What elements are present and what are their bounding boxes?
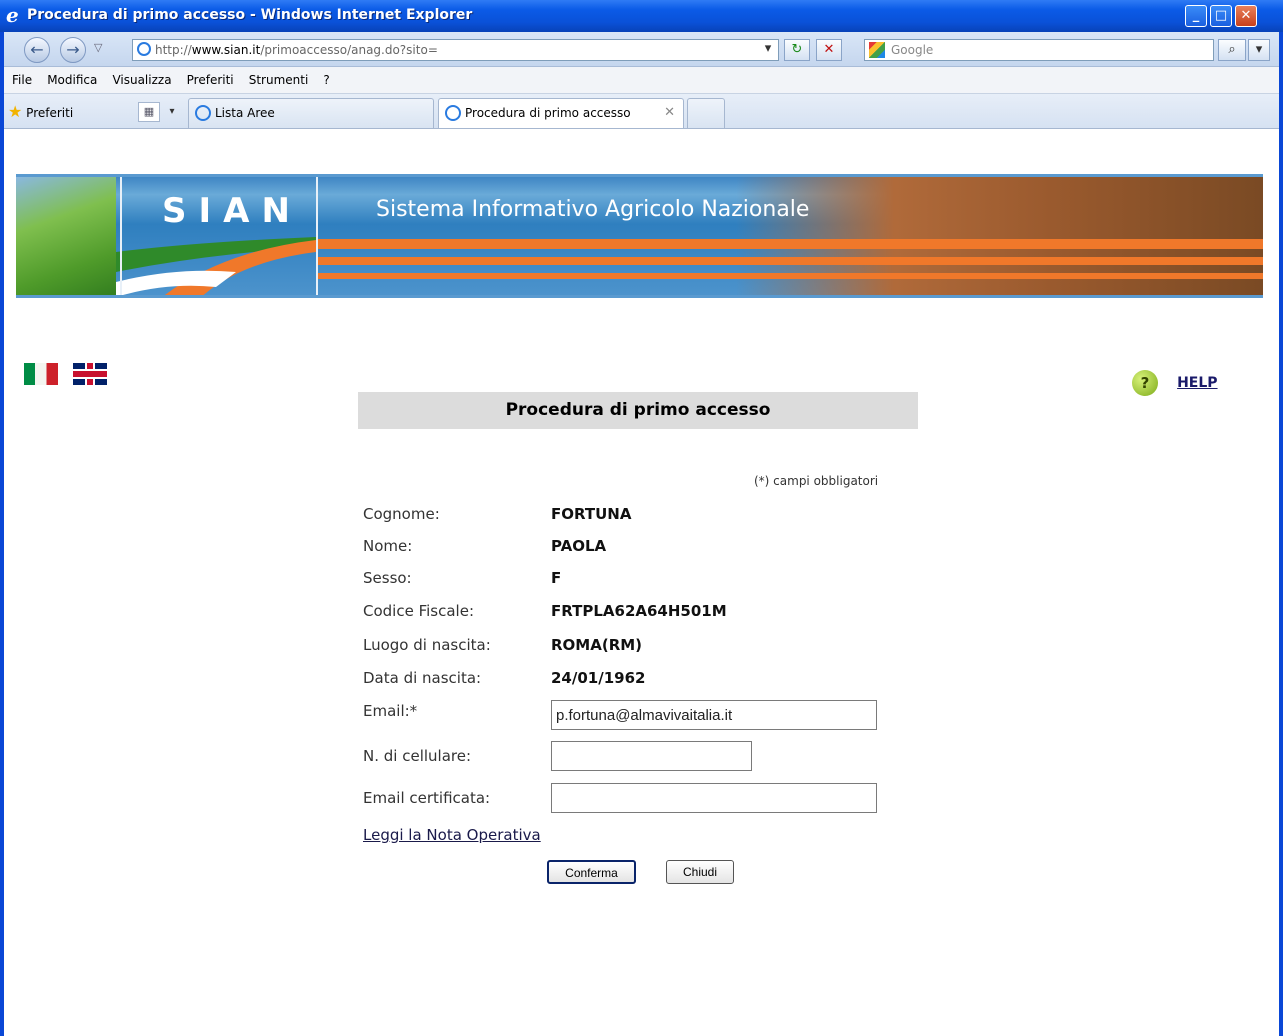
form-heading: Procedura di primo accesso (358, 392, 918, 429)
field-value: FRTPLA62A64H501M (551, 602, 727, 620)
favorites-label: Preferiti (26, 106, 74, 120)
field-row-cellulare: N. di cellulare: (363, 741, 923, 773)
search-button[interactable]: ⌕ (1218, 39, 1246, 61)
required-note: (*) campi obbligatori (754, 474, 879, 488)
chiudi-button[interactable]: Chiudi (666, 860, 734, 884)
close-tab-icon[interactable]: ✕ (664, 99, 675, 127)
url-dropdown-icon[interactable]: ▾ (758, 39, 778, 61)
nota-operativa-link[interactable]: Leggi la Nota Operativa (363, 826, 541, 844)
search-options-icon[interactable]: ▾ (1248, 39, 1270, 61)
menu-strumenti[interactable]: Strumenti (249, 67, 309, 93)
title-bar: e Procedura di primo accesso - Windows I… (0, 0, 1283, 32)
pec-field[interactable] (551, 783, 877, 813)
field-row-luogo-nascita: Luogo di nascita: ROMA(RM) (363, 634, 923, 658)
field-value: 24/01/1962 (551, 669, 646, 687)
tab-lista-aree[interactable]: Lista Aree (188, 98, 434, 128)
banner-stripe (316, 273, 1263, 279)
help-icon[interactable]: ? (1132, 370, 1158, 396)
field-label: Cognome: (363, 505, 440, 523)
menu-preferiti[interactable]: Preferiti (187, 67, 234, 93)
ie-tab-icon (445, 105, 461, 121)
search-input[interactable]: Google (864, 39, 1214, 61)
url-path: /primoaccesso/anag.do?sito= (260, 43, 438, 57)
tab-label: Procedura di primo accesso (465, 106, 631, 120)
page-icon (137, 42, 151, 56)
field-value: F (551, 569, 562, 587)
green-field-image (16, 177, 116, 295)
page-content: SIAN Sistema Informativo Agricolo Nazion… (4, 129, 1279, 1036)
stop-button[interactable]: ✕ (816, 39, 842, 61)
tab-list-dropdown-icon[interactable]: ▾ (164, 102, 180, 122)
address-bar: ← → ▽ http://www.sian.it/primoaccesso/an… (4, 32, 1279, 67)
maximize-button[interactable]: □ (1210, 5, 1232, 27)
ie-tab-icon (195, 105, 211, 121)
close-window-button[interactable]: ✕ (1235, 5, 1257, 27)
field-label: Codice Fiscale: (363, 602, 474, 620)
email-field[interactable] (551, 700, 877, 730)
tab-procedura[interactable]: Procedura di primo accesso ✕ (438, 98, 684, 128)
quick-tabs-icon[interactable]: ▦ (138, 102, 160, 122)
banner-stripe (316, 239, 1263, 249)
email-label: Email:* (363, 702, 418, 720)
help-link[interactable]: HELP (1177, 375, 1217, 391)
field-label: Luogo di nascita: (363, 636, 491, 654)
field-row-cognome: Cognome: FORTUNA (363, 503, 923, 527)
logo-swoosh (116, 237, 316, 295)
field-photo (736, 177, 1263, 295)
favorites-bar: ★ Preferiti ▦ ▾ Lista Aree Procedura di … (4, 94, 1279, 129)
history-dropdown-icon[interactable]: ▽ (94, 41, 102, 54)
field-row-pec: Email certificata: (363, 783, 923, 815)
minimize-button[interactable]: _ (1185, 5, 1207, 27)
field-value: FORTUNA (551, 505, 632, 523)
field-row-nome: Nome: PAOLA (363, 535, 923, 559)
uk-flag-icon[interactable] (73, 363, 108, 385)
ie-logo-icon: e (6, 3, 19, 27)
search-placeholder: Google (891, 43, 934, 57)
italian-flag-icon[interactable] (24, 363, 58, 385)
field-row-email: Email:* (363, 700, 923, 732)
menu-help[interactable]: ? (323, 67, 329, 93)
window-title: Procedura di primo accesso - Windows Int… (27, 7, 473, 23)
browser-window: e Procedura di primo accesso - Windows I… (0, 0, 1283, 1036)
menu-file[interactable]: File (12, 67, 32, 93)
cellulare-field[interactable] (551, 741, 752, 771)
star-icon: ★ (8, 102, 23, 121)
field-value: PAOLA (551, 537, 607, 555)
google-icon (869, 42, 885, 58)
favorites-button[interactable]: ★ Preferiti (8, 102, 73, 121)
cellulare-label: N. di cellulare: (363, 747, 472, 765)
menu-visualizza[interactable]: Visualizza (112, 67, 171, 93)
banner-stripe (316, 257, 1263, 265)
banner-subtitle: Sistema Informativo Agricolo Nazionale (376, 197, 810, 222)
pec-label: Email certificata: (363, 789, 491, 807)
field-label: Sesso: (363, 569, 412, 587)
language-switcher (24, 363, 108, 385)
banner-divider (316, 177, 318, 295)
help-area: ? HELP (1132, 370, 1218, 396)
sian-logo: SIAN (162, 191, 302, 231)
field-row-codice-fiscale: Codice Fiscale: FRTPLA62A64H501M (363, 600, 923, 624)
menu-modifica[interactable]: Modifica (47, 67, 97, 93)
menu-bar: File Modifica Visualizza Preferiti Strum… (4, 67, 1279, 94)
field-row-sesso: Sesso: F (363, 567, 923, 591)
forward-button[interactable]: → (60, 37, 86, 63)
tab-label: Lista Aree (215, 106, 275, 120)
back-button[interactable]: ← (24, 37, 50, 63)
field-label: Data di nascita: (363, 669, 482, 687)
refresh-button[interactable]: ↻ (784, 39, 810, 61)
url-host: www.sian.it (191, 43, 261, 57)
field-value: ROMA(RM) (551, 636, 643, 654)
new-tab-button[interactable] (687, 98, 725, 128)
url-scheme: http:// (155, 43, 192, 57)
field-row-data-nascita: Data di nascita: 24/01/1962 (363, 667, 923, 691)
sian-banner: SIAN Sistema Informativo Agricolo Nazion… (16, 174, 1263, 298)
banner-divider (120, 177, 122, 295)
url-input[interactable]: http://www.sian.it/primoaccesso/anag.do?… (132, 39, 779, 61)
conferma-button[interactable]: Conferma (547, 860, 636, 884)
field-label: Nome: (363, 537, 413, 555)
